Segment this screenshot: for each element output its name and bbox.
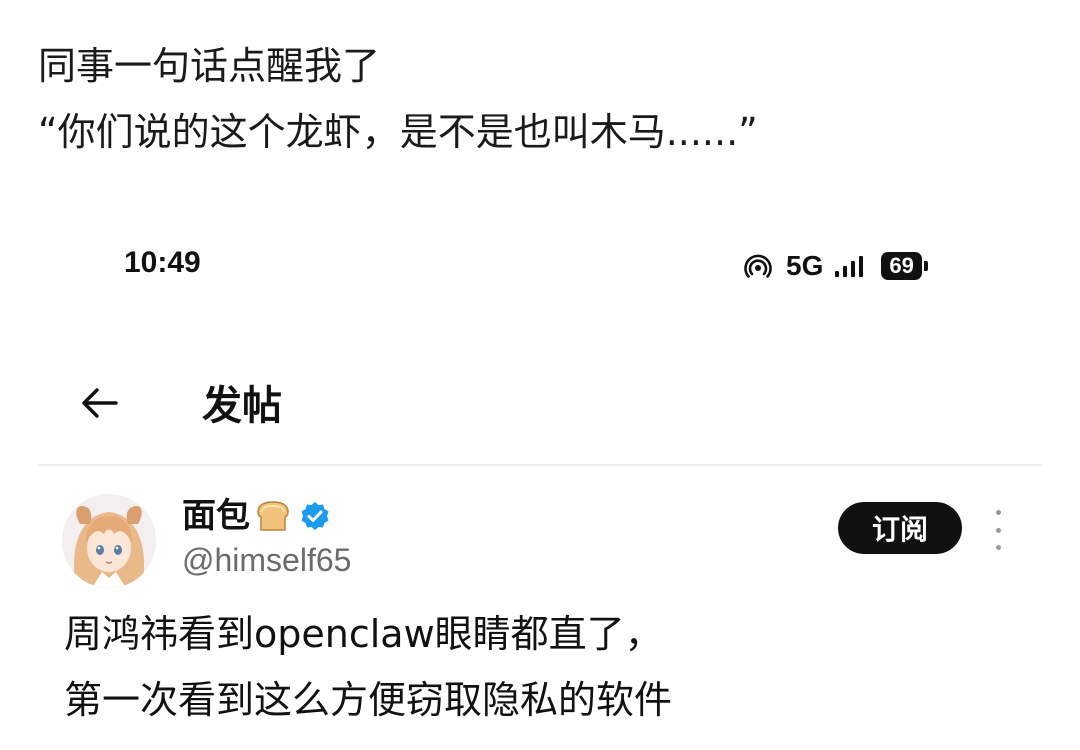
verified-badge-icon: [301, 502, 329, 530]
anime-avatar-icon: [62, 494, 156, 588]
post-text-line-1: 周鸿祎看到openclaw眼睛都直了，: [64, 612, 663, 656]
author-handle[interactable]: @himself65: [182, 538, 351, 582]
arrow-left-icon: [82, 388, 118, 418]
signal-icon: [835, 256, 864, 277]
more-dot: [995, 510, 1001, 515]
battery-tip: [923, 261, 928, 271]
more-vertical-icon[interactable]: [986, 510, 1010, 550]
caption-line-1: 同事一句话点醒我了: [38, 44, 381, 88]
post-text-line-2: 第一次看到这么方便窃取隐私的软件: [64, 678, 673, 722]
back-button[interactable]: [78, 383, 122, 423]
battery-icon: 69: [881, 252, 928, 280]
page-title: 发帖: [202, 383, 282, 429]
status-time: 10:49: [124, 246, 201, 279]
network-type-label: 5G: [786, 250, 824, 281]
author-name[interactable]: 面包: [182, 493, 250, 539]
header-divider: [38, 464, 1042, 466]
bread-icon: [257, 501, 289, 531]
hotspot-icon: [744, 254, 772, 278]
screenshot-page: 同事一句话点醒我了 “你们说的这个龙虾，是不是也叫木马......” 10:49…: [0, 0, 1080, 750]
avatar[interactable]: [62, 494, 156, 588]
more-dot: [995, 545, 1001, 550]
more-dot: [995, 527, 1001, 533]
author-row: 面包: [182, 493, 330, 539]
status-icons: 5G 69: [744, 246, 928, 286]
caption-line-2: “你们说的这个龙虾，是不是也叫木马......”: [38, 110, 758, 154]
subscribe-button[interactable]: 订阅: [838, 502, 962, 554]
battery-level: 69: [881, 252, 922, 280]
